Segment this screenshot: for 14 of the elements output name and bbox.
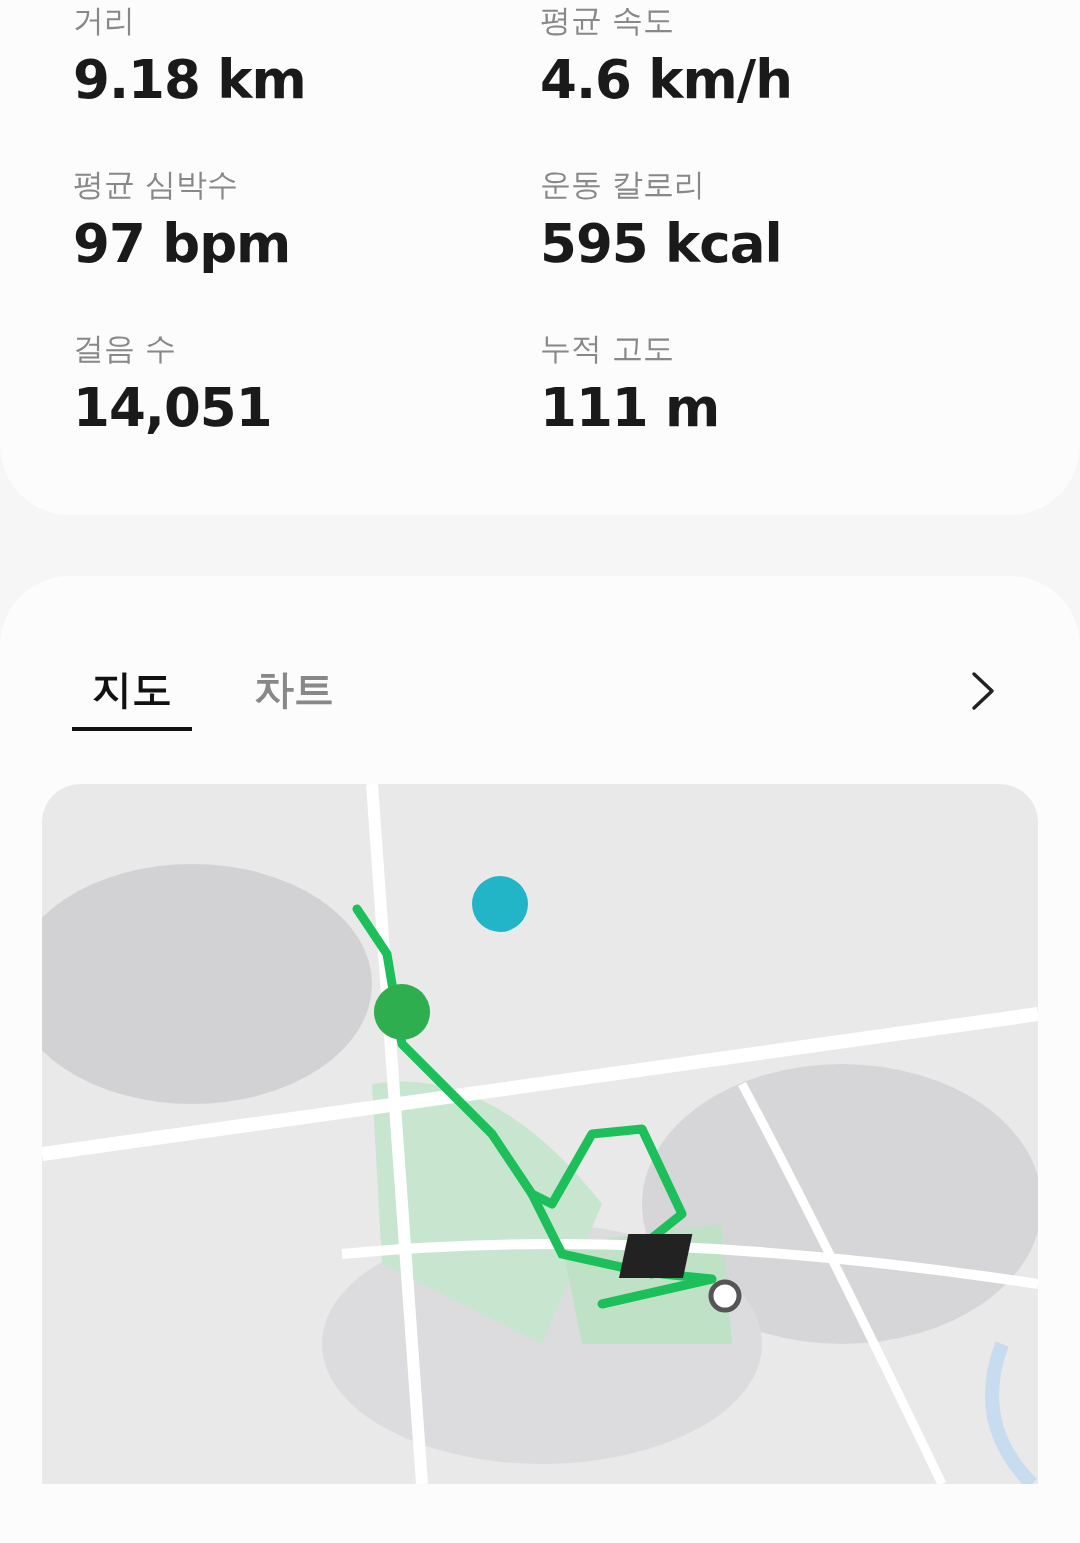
- chevron-right-icon[interactable]: [970, 671, 996, 711]
- stat-value: 595 kcal: [540, 212, 783, 276]
- stat-label: 걸음 수: [73, 329, 177, 368]
- stat-value: 97 bpm: [73, 212, 292, 276]
- stat-value: 14,051: [73, 376, 273, 440]
- stat-value: 111 m: [540, 376, 721, 440]
- stat-value: 9.18 km: [73, 48, 307, 112]
- stat-label: 누적 고도: [540, 329, 675, 368]
- stat-label: 거리: [73, 1, 136, 40]
- stat-value: 4.6 km/h: [540, 48, 793, 112]
- tab[interactable]: 지도: [72, 651, 192, 731]
- stat-label: 운동 칼로리: [540, 165, 706, 204]
- stat-label: 평균 속도: [540, 1, 675, 40]
- stat-label: 평균 심박수: [73, 165, 239, 204]
